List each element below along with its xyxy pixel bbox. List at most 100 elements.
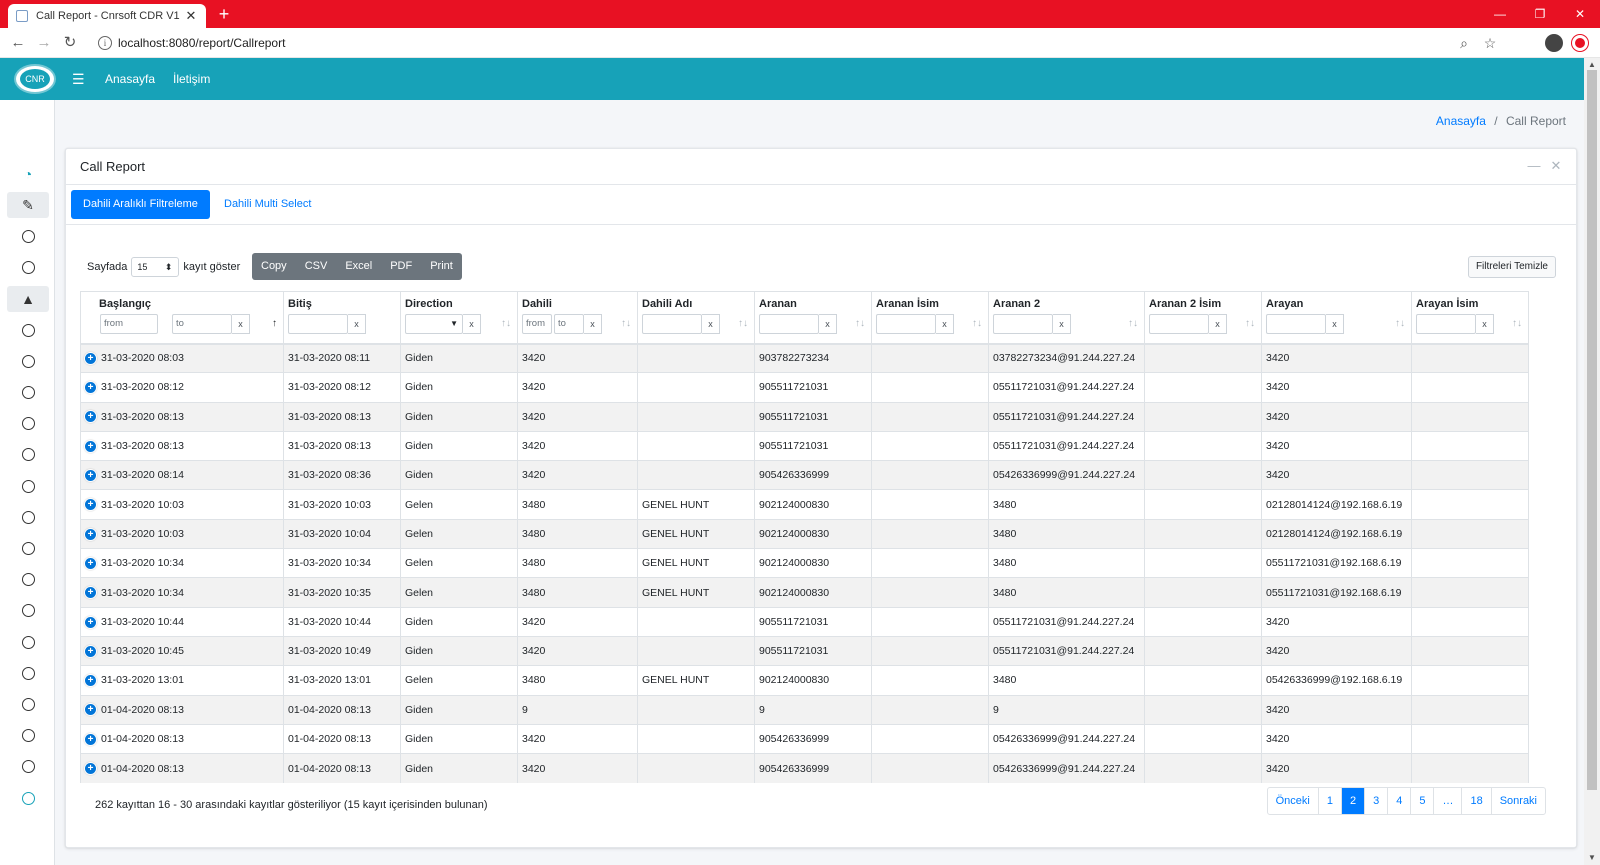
forward-icon[interactable]: → — [34, 33, 54, 53]
filter-input[interactable] — [288, 314, 348, 334]
page-link[interactable]: … — [1433, 788, 1461, 814]
tab-dahili-aralikli[interactable]: Dahili Aralıklı Filtreleme — [71, 190, 210, 219]
column-header-aranan-2[interactable]: Aranan 2 x ↑↓ — [988, 291, 1145, 345]
column-header-aranan-isim[interactable]: Aranan İsim x ↑↓ — [871, 291, 989, 345]
print-button[interactable]: Print — [421, 253, 462, 280]
expand-row-icon[interactable]: + — [85, 616, 96, 628]
sidebar-item-circle-icon[interactable] — [7, 410, 49, 436]
date-from-input[interactable]: from — [100, 314, 158, 334]
table-row[interactable]: +01-04-2020 08:13 01-04-2020 08:13 Giden 9 9… — [80, 695, 1529, 725]
filter-clear-button[interactable]: x — [819, 314, 837, 334]
expand-row-icon[interactable]: + — [85, 733, 96, 745]
nav-link-anasayfa[interactable]: Anasayfa — [105, 72, 155, 86]
expand-row-icon[interactable]: + — [85, 382, 96, 394]
sidebar-item-circle-icon[interactable] — [7, 535, 49, 561]
scrollbar-thumb[interactable] — [1587, 70, 1597, 790]
tab-dahili-multi-select[interactable]: Dahili Multi Select — [212, 190, 323, 219]
filter-clear-button[interactable]: x — [1476, 314, 1494, 334]
sidebar-item-circle-icon[interactable] — [7, 597, 49, 623]
copy-button[interactable]: Copy — [252, 253, 296, 280]
nav-link-iletisim[interactable]: İletişim — [173, 72, 210, 86]
table-row[interactable]: +31-03-2020 10:34 31-03-2020 10:35 Gelen 34… — [80, 577, 1529, 608]
sidebar-item-circle-icon[interactable] — [7, 223, 49, 249]
filter-clear-button[interactable]: x — [463, 314, 481, 334]
sort-ascending-icon[interactable]: ↑ — [272, 318, 277, 329]
page-link[interactable]: 3 — [1364, 788, 1387, 814]
column-header-aranan-2-isim[interactable]: Aranan 2 İsim x ↑↓ — [1144, 291, 1262, 345]
page-link[interactable]: 1 — [1317, 788, 1341, 814]
filter-input[interactable] — [1149, 314, 1209, 334]
sort-icon[interactable]: ↑↓ — [1245, 318, 1255, 329]
filter-clear-button[interactable]: x — [1326, 314, 1344, 334]
sidebar-item-circle-icon[interactable] — [7, 348, 49, 374]
column-header-dahili-adi[interactable]: Dahili Adı x ↑↓ — [637, 291, 755, 345]
new-tab-icon[interactable]: + — [214, 4, 234, 24]
table-row[interactable]: +31-03-2020 10:44 31-03-2020 10:44 Giden 34… — [80, 607, 1529, 637]
table-row[interactable]: +31-03-2020 08:13 31-03-2020 08:13 Giden 34… — [80, 431, 1529, 461]
range-to-input[interactable]: to — [554, 314, 584, 334]
expand-row-icon[interactable]: + — [85, 411, 96, 423]
address-bar[interactable]: localhost:8080/report/Callreport — [118, 36, 285, 50]
excel-button[interactable]: Excel — [336, 253, 381, 280]
sort-icon[interactable]: ↑↓ — [621, 318, 631, 329]
zoom-icon[interactable]: ⌕ — [1454, 33, 1474, 53]
page-link[interactable]: 5 — [1410, 788, 1433, 814]
table-row[interactable]: +31-03-2020 08:12 31-03-2020 08:12 Giden 34… — [80, 372, 1529, 403]
reload-icon[interactable]: ↻ — [60, 33, 80, 53]
csv-button[interactable]: CSV — [296, 253, 337, 280]
table-row[interactable]: +31-03-2020 08:14 31-03-2020 08:36 Giden 34… — [80, 460, 1529, 490]
clear-filters-button[interactable]: Filtreleri Temizle — [1467, 256, 1556, 278]
scroll-down-icon[interactable]: ▼ — [1584, 851, 1600, 865]
filter-input[interactable] — [759, 314, 819, 334]
range-from-input[interactable]: from — [522, 314, 552, 334]
sidebar-item-circle-icon[interactable] — [7, 504, 49, 530]
page-link[interactable]: Önceki — [1268, 788, 1318, 814]
info-icon[interactable]: i — [98, 36, 112, 50]
page-length-select[interactable]: 15 ⬍ — [131, 257, 180, 277]
sidebar-item-circle-icon[interactable] — [7, 566, 49, 592]
table-row[interactable]: +01-04-2020 08:13 01-04-2020 08:13 Giden 34… — [80, 753, 1529, 783]
expand-row-icon[interactable]: + — [85, 645, 96, 657]
filter-input[interactable] — [642, 314, 702, 334]
column-header-aranan[interactable]: Aranan x ↑↓ — [754, 291, 872, 345]
browser-tab[interactable]: Call Report - Cnrsoft CDR V1 ✕ — [8, 4, 206, 28]
pdf-button[interactable]: PDF — [381, 253, 421, 280]
table-row[interactable]: +01-04-2020 08:13 01-04-2020 08:13 Giden 34… — [80, 724, 1529, 754]
page-link[interactable]: 4 — [1387, 788, 1410, 814]
date-to-input[interactable]: to — [172, 314, 232, 334]
expand-row-icon[interactable]: + — [85, 763, 96, 775]
breadcrumb-home[interactable]: Anasayfa — [1436, 114, 1486, 128]
filter-clear-button[interactable]: x — [1209, 314, 1227, 334]
edit-icon[interactable]: ✎ — [7, 192, 49, 218]
direction-select[interactable]: ▼ — [405, 314, 463, 334]
bell-icon[interactable]: ▲ — [7, 286, 49, 312]
page-link[interactable]: 18 — [1461, 788, 1490, 814]
close-icon[interactable]: ✕ — [184, 8, 198, 24]
sidebar-item-circle-icon[interactable] — [7, 753, 49, 779]
expand-row-icon[interactable]: + — [85, 528, 96, 540]
column-header-dahili[interactable]: Dahili from to x ↑↓ — [517, 291, 638, 345]
minimize-icon[interactable]: — — [1480, 0, 1520, 28]
sort-icon[interactable]: ↑↓ — [501, 318, 511, 329]
column-header-arayan[interactable]: Arayan x ↑↓ — [1261, 291, 1412, 345]
sort-icon[interactable]: ↑↓ — [972, 318, 982, 329]
sort-icon[interactable]: ↑↓ — [738, 318, 748, 329]
column-header-direction[interactable]: Direction ▼ x ↑↓ — [400, 291, 518, 345]
expand-row-icon[interactable]: + — [85, 557, 96, 569]
sidebar-item-circle-icon[interactable] — [7, 317, 49, 343]
sidebar-item-circle-icon[interactable] — [7, 660, 49, 686]
filter-input[interactable] — [1266, 314, 1326, 334]
filter-input[interactable] — [876, 314, 936, 334]
column-header-bitis[interactable]: Bitiş x — [283, 291, 401, 345]
page-link[interactable]: 2 — [1340, 788, 1365, 814]
sort-icon[interactable]: ↑↓ — [1512, 318, 1522, 329]
filter-clear-button[interactable]: x — [348, 314, 366, 334]
filter-clear-button[interactable]: x — [1053, 314, 1071, 334]
sidebar-item-circle-icon[interactable] — [7, 473, 49, 499]
filter-input[interactable] — [993, 314, 1053, 334]
back-icon[interactable]: ← — [8, 33, 28, 53]
filter-clear-button[interactable]: x — [936, 314, 954, 334]
table-row[interactable]: +31-03-2020 08:13 31-03-2020 08:13 Giden 34… — [80, 402, 1529, 432]
menu-toggle-icon[interactable]: ☰ — [72, 71, 85, 88]
page-link[interactable]: Sonraki — [1490, 788, 1545, 814]
